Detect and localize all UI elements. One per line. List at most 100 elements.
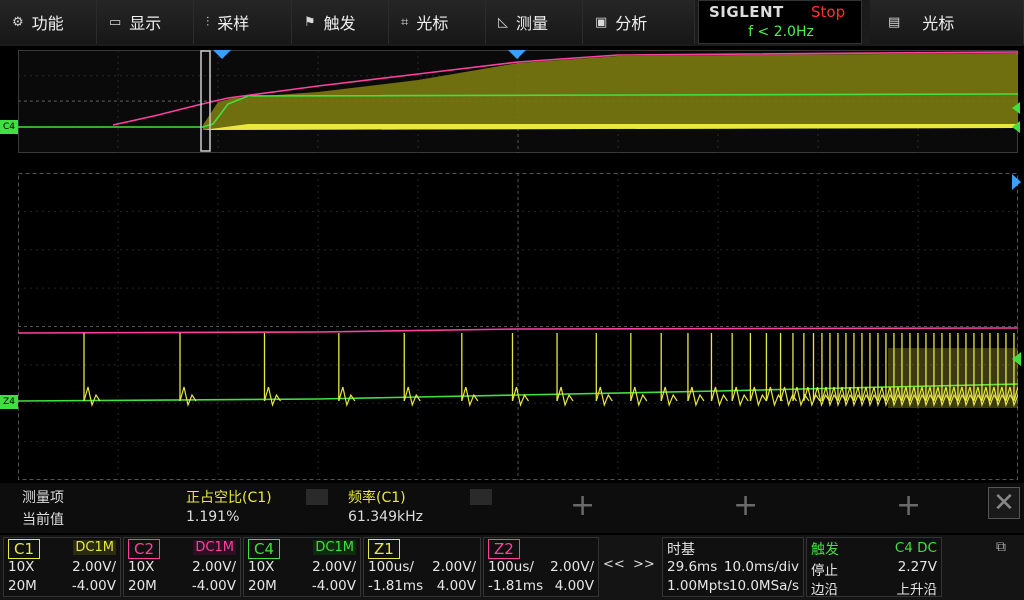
timebase-scale: 10.0ms/div	[723, 559, 799, 575]
c1-dense-region	[888, 348, 1018, 408]
zoom-z1-timescale: 100us/	[368, 559, 414, 575]
menu-cursor-button[interactable]: ⌗ 光标	[389, 0, 486, 44]
menu-trigger-button[interactable]: ⚑ 触发	[292, 0, 389, 44]
measure-header-label: 测量项	[22, 490, 64, 506]
zoom-z2-name: Z2	[488, 539, 520, 559]
channel-c2-bandwidth: 20M	[128, 578, 157, 594]
menu-icon: ▤	[888, 14, 901, 30]
channel-c2-offset: -4.00V	[191, 578, 236, 594]
zoom-level-arrow[interactable]	[1012, 352, 1021, 366]
channel-status-bar: C1 DC1M 10X 2.00V/ 20M -4.00V C2 DC1M 10…	[0, 535, 1024, 600]
cursor-icon: ⌗	[401, 14, 409, 30]
channel-c2-panel[interactable]: C2 DC1M 10X 2.00V/ 20M -4.00V	[123, 537, 241, 597]
channel-c4-scale: 2.00V/	[312, 559, 356, 575]
menu-measure-button[interactable]: ◺ 测量	[486, 0, 583, 44]
menu-trigger-label: 触发	[323, 14, 356, 33]
brand-logo: SIGLENT	[709, 3, 784, 21]
timebase-delay: 29.6ms	[667, 559, 718, 575]
trigger-frequency: f < 2.0Hz	[748, 24, 814, 40]
cursor-menu-button[interactable]: ▤ 光标	[870, 0, 1024, 44]
run-status-panel[interactable]: SIGLENT Stop f < 2.0Hz	[698, 0, 862, 44]
measure-item-value: 61.349kHz	[348, 509, 423, 525]
channel-c2-scale: 2.00V/	[192, 559, 236, 575]
trigger-slope: 上升沿	[896, 582, 938, 598]
cursor-menu-label: 光标	[922, 14, 955, 33]
c1-pulse-ringing	[710, 386, 728, 408]
channel-c2-name: C2	[128, 539, 161, 559]
flag-icon: ⚑	[304, 14, 316, 30]
analysis-icon: ▣	[595, 14, 608, 30]
menu-analysis-button[interactable]: ▣ 分析	[583, 0, 695, 44]
add-measure-slot[interactable]: +	[570, 491, 595, 521]
close-measure-button[interactable]: ✕	[988, 487, 1020, 519]
c1-pulse-ringing	[556, 386, 574, 408]
page-next-button[interactable]: >>	[633, 557, 655, 572]
add-measure-slot[interactable]: +	[733, 491, 758, 521]
overview-ch4-marker[interactable]: C4	[0, 120, 18, 134]
overview-waveform-area[interactable]	[18, 50, 1019, 153]
zoom-z1-name: Z1	[368, 539, 400, 559]
menu-function-label: 功能	[31, 14, 64, 33]
channel-c4-name: C4	[248, 539, 281, 559]
zoom-z2-voltscale: 2.00V/	[550, 559, 594, 575]
zoom-trigger-arrow[interactable]	[1012, 174, 1021, 190]
menu-acquire-label: 采样	[217, 14, 250, 33]
zoom-waveform-area[interactable]	[17, 173, 1024, 480]
channel-c2-coupling: DC1M	[193, 540, 236, 555]
channel-c1-panel[interactable]: C1 DC1M 10X 2.00V/ 20M -4.00V	[3, 537, 121, 597]
c1-pulse-ringing	[263, 386, 281, 408]
trigger-type: 边沿	[811, 582, 838, 598]
zoom-center-marker[interactable]	[508, 50, 526, 59]
zoom-z2-panel[interactable]: Z2 100us/ 2.00V/ -1.81ms 4.00V	[483, 537, 599, 597]
page-prev-button[interactable]: <<	[603, 557, 625, 572]
trigger-level: 2.27V	[897, 559, 937, 575]
acquire-icon: ⫶	[206, 14, 210, 30]
zoom-z4-marker[interactable]: Z4	[0, 395, 18, 409]
timebase-memory-depth: 1.00Mpts	[667, 578, 730, 594]
zoom-z2-delay: -1.81ms	[488, 578, 544, 594]
menu-display-label: 显示	[129, 14, 162, 33]
channel-c1-scale: 2.00V/	[72, 559, 116, 575]
trigger-panel[interactable]: 触发 C4 DC 停止 2.27V 边沿 上升沿	[806, 537, 942, 598]
measure-value-label: 当前值	[22, 512, 64, 528]
channel-c1-offset: -4.00V	[71, 578, 116, 594]
overview-grid	[18, 50, 1019, 153]
menu-cursor-label: 光标	[416, 14, 449, 33]
channel-c4-bandwidth: 20M	[248, 578, 277, 594]
channel-c4-coupling: DC1M	[313, 540, 356, 555]
channel-c1-probe: 10X	[8, 559, 35, 575]
timebase-panel[interactable]: 时基 29.6ms 10.0ms/div 1.00Mpts 10.0MSa/s	[662, 537, 804, 597]
overview-trigger-level-arrow-2[interactable]	[1012, 121, 1020, 133]
zoom-grid	[17, 173, 1024, 480]
menu-display-button[interactable]: ▭ 显示	[97, 0, 194, 44]
zoom-z1-delay: -1.81ms	[368, 578, 424, 594]
trigger-position-marker[interactable]	[213, 50, 231, 59]
network-icon: ⧉	[996, 539, 1006, 555]
measure-item-name[interactable]: 频率(C1)	[348, 487, 406, 507]
channel-c4-probe: 10X	[248, 559, 275, 575]
zoom-z1-panel[interactable]: Z1 100us/ 2.00V/ -1.81ms 4.00V	[363, 537, 481, 597]
measure-separator	[470, 489, 492, 505]
overview-trigger-level-arrow[interactable]	[1012, 102, 1020, 114]
trigger-state: 停止	[811, 563, 838, 579]
c1-pulse-ringing	[338, 386, 356, 408]
measurement-panel: 测量项 当前值 正占空比(C1) 1.191% 频率(C1) 61.349kHz…	[0, 483, 1024, 533]
channel-c4-panel[interactable]: C4 DC1M 10X 2.00V/ 20M -4.00V	[243, 537, 361, 597]
menu-acquire-button[interactable]: ⫶ 采样	[194, 0, 292, 44]
c1-pulse-ringing	[595, 386, 613, 408]
menu-function-button[interactable]: ⚙ 功能	[0, 0, 97, 44]
timebase-title: 时基	[667, 542, 695, 558]
channel-c4-offset: -4.00V	[311, 578, 356, 594]
add-measure-slot[interactable]: +	[896, 491, 921, 521]
display-icon: ▭	[109, 14, 122, 30]
trigger-source: C4 DC	[894, 540, 937, 556]
menu-analysis-label: 分析	[615, 14, 648, 33]
zoom-z2-timescale: 100us/	[488, 559, 534, 575]
c1-pulse-ringing	[179, 386, 197, 408]
top-menu-bar: ⚙ 功能 ▭ 显示 ⫶ 采样 ⚑ 触发 ⌗ 光标 ◺ 测量 ▣ 分析 SIGLE…	[0, 0, 1024, 46]
menu-measure-label: 测量	[516, 14, 549, 33]
gear-icon: ⚙	[12, 14, 24, 30]
timebase-sample-rate: 10.0MSa/s	[728, 578, 799, 594]
measure-item-name[interactable]: 正占空比(C1)	[186, 487, 272, 507]
c1-pulse-ringing	[511, 386, 529, 408]
